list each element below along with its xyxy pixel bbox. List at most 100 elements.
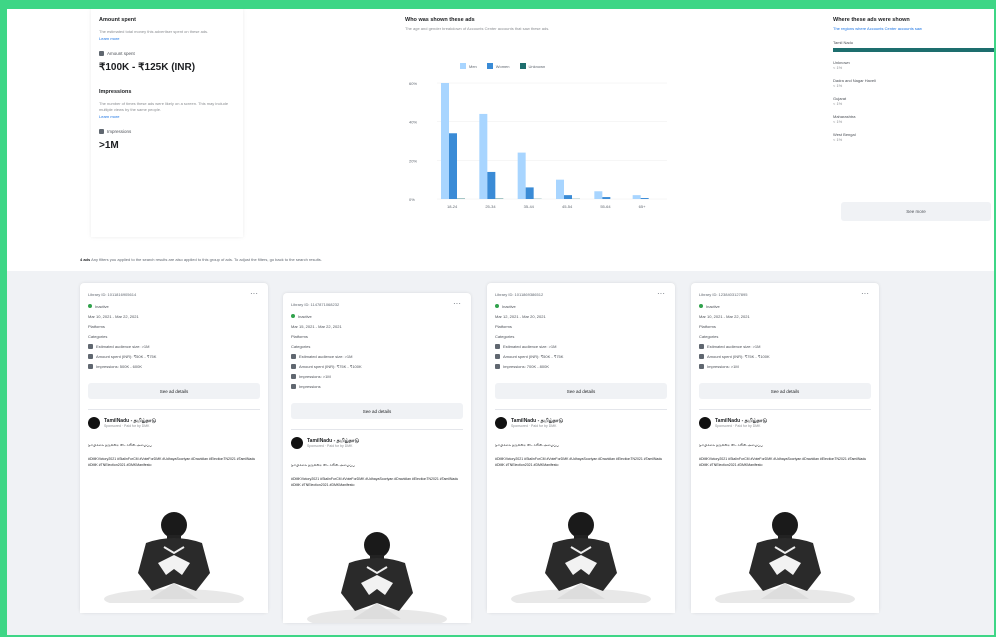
- impressions-desc: The number of times these ads were likel…: [99, 101, 229, 112]
- see-more-button[interactable]: See more: [841, 202, 991, 221]
- region-list: Tamil Nadu Unknown < 1% Dadra and Nagar Hav…: [833, 40, 994, 142]
- x-tick-label: 35-44: [524, 204, 535, 209]
- region-item: West Bengal < 1%: [833, 132, 994, 142]
- ad-photo: [511, 512, 651, 609]
- x-tick-label: 25-34: [485, 204, 496, 209]
- categories-row: Categories: [291, 343, 311, 349]
- region-pct: < 1%: [833, 83, 843, 88]
- spent-row: Amount spent (INR): ₹75K - ₹100K: [699, 351, 770, 361]
- eye-icon: [88, 363, 93, 369]
- summary-section: Amount spent The estimated total money t…: [7, 9, 994, 271]
- ad-card: Library ID: 1147871068232 ··· Inactive M…: [283, 293, 471, 623]
- legend-men[interactable]: Men: [460, 63, 477, 69]
- see-ad-details-button[interactable]: See ad details: [88, 383, 260, 399]
- spend-panel: Amount spent The estimated total money t…: [91, 9, 243, 237]
- eye-icon: [291, 373, 296, 379]
- bar-men-65+[interactable]: [632, 195, 641, 199]
- extra-row: Impressions: [291, 381, 362, 391]
- bar-women-25-34[interactable]: [487, 171, 496, 199]
- region-name: Tamil Nadu: [833, 40, 854, 45]
- library-id: Library ID: 1238403127895: [699, 292, 748, 297]
- impressions-value: >1M: [99, 140, 119, 151]
- impressions-row: Impressions: 700K - 800K: [495, 361, 563, 371]
- status-dot-icon: [699, 304, 703, 308]
- ad-image[interactable]: [487, 503, 675, 613]
- ad-image[interactable]: [80, 503, 268, 613]
- regions-desc: The regions where Accounts Center accoun…: [833, 26, 922, 31]
- region-pct: < 1%: [833, 65, 843, 70]
- learn-more-link-2[interactable]: Learn more: [99, 114, 235, 119]
- x-tick-label: 65+: [639, 204, 646, 209]
- date-row: Mar 10, 2021 - Mar 22, 2021: [699, 313, 750, 319]
- categories-row: Categories: [699, 333, 719, 339]
- ad-card: Library ID: 1238403127895 ··· Inactive M…: [691, 283, 879, 613]
- bar-women-18-24[interactable]: [449, 133, 457, 199]
- audience-row: Estimated audience size: >1M: [88, 341, 156, 351]
- audience-row: Estimated audience size: >1M: [495, 341, 563, 351]
- audience-row: Estimated audience size: >1M: [699, 341, 770, 351]
- people-icon: [495, 343, 500, 349]
- advertiser[interactable]: TamilNadu - தமிழ்நாடு Sponsored · Paid fo…: [291, 437, 359, 449]
- more-options-icon[interactable]: ···: [250, 289, 258, 298]
- status-dot-icon: [495, 304, 499, 308]
- more-options-icon[interactable]: ···: [453, 299, 461, 308]
- status-row: Inactive: [495, 301, 563, 311]
- see-ad-details-button[interactable]: See ad details: [291, 403, 463, 419]
- platforms-row: Platforms: [291, 333, 308, 339]
- money-icon: [291, 363, 296, 369]
- bar-women-65+[interactable]: [640, 198, 649, 199]
- ad-text: நம்பிக்கை தருகின்ற ஸ்டாலின் அழைப்பு: [699, 443, 763, 447]
- learn-more-link[interactable]: Learn more: [99, 36, 235, 41]
- bar-women-35-44[interactable]: [525, 187, 534, 199]
- region-pct: < 1%: [833, 137, 843, 142]
- bar-women-45-54[interactable]: [564, 195, 572, 199]
- amount-title: Amount spent: [99, 17, 136, 23]
- ad-image[interactable]: [283, 523, 471, 623]
- legend-women[interactable]: Women: [486, 63, 510, 69]
- see-ad-details-button[interactable]: See ad details: [495, 383, 667, 399]
- money-icon: [495, 353, 500, 359]
- see-ad-details-button[interactable]: See ad details: [699, 383, 871, 399]
- people-icon: [291, 353, 296, 359]
- ad-text: நம்பிக்கை தருகின்ற ஸ்டாலின் அழைப்பு: [495, 443, 559, 447]
- avatar[interactable]: [699, 417, 711, 429]
- legend-unknown[interactable]: Unknown: [519, 63, 545, 69]
- advertiser[interactable]: TamilNadu - தமிழ்நாடு Sponsored · Paid fo…: [495, 417, 563, 429]
- bar-women-55-64[interactable]: [602, 197, 611, 199]
- eye-icon: [495, 363, 500, 369]
- more-options-icon[interactable]: ···: [657, 289, 665, 298]
- ad-photo: [715, 512, 855, 609]
- money-icon: [699, 353, 704, 359]
- avatar[interactable]: [291, 437, 303, 449]
- more-options-icon[interactable]: ···: [861, 289, 869, 298]
- platforms-row: Platforms: [495, 323, 512, 329]
- bar-men-25-34[interactable]: [479, 113, 488, 199]
- divider: [291, 429, 463, 430]
- date-row: Mar 12, 2021 - Mar 20, 2021: [495, 313, 546, 319]
- bar-men-45-54[interactable]: [556, 179, 564, 199]
- eye-icon: [699, 363, 704, 369]
- regions-panel: Where these ads were shown The regions w…: [833, 17, 994, 222]
- advertiser[interactable]: TamilNadu - தமிழ்நாடு Sponsored · Paid fo…: [88, 417, 156, 429]
- bar-men-55-64[interactable]: [594, 191, 603, 199]
- avatar[interactable]: [495, 417, 507, 429]
- divider: [88, 409, 260, 410]
- audience-row: Estimated audience size: >1M: [291, 351, 362, 361]
- info-icon: [291, 383, 296, 389]
- bar-men-35-44[interactable]: [517, 152, 526, 199]
- chart-subtitle: The age and gender breakdown of Accounts…: [405, 26, 550, 31]
- date-row: Mar 15, 2021 - Mar 22, 2021: [291, 323, 342, 329]
- card-details: Inactive Mar 15, 2021 - Mar 22, 2021 Pla…: [291, 311, 362, 391]
- status-row: Inactive: [699, 301, 770, 311]
- ad-image[interactable]: [691, 503, 879, 613]
- categories-row: Categories: [495, 333, 515, 339]
- impressions-label: Impressions: [99, 129, 235, 134]
- people-icon: [88, 343, 93, 349]
- sponsored-label: Sponsored · Paid for by DMK: [715, 424, 761, 428]
- status-row: Inactive: [291, 311, 362, 321]
- bar-men-18-24[interactable]: [441, 83, 449, 199]
- advertiser[interactable]: TamilNadu - தமிழ்நாடு Sponsored · Paid fo…: [699, 417, 767, 429]
- ad-text: நம்பிக்கை தருகின்ற ஸ்டாலின் அழைப்பு: [88, 443, 152, 447]
- avatar[interactable]: [88, 417, 100, 429]
- y-tick-label: 40%: [409, 120, 417, 125]
